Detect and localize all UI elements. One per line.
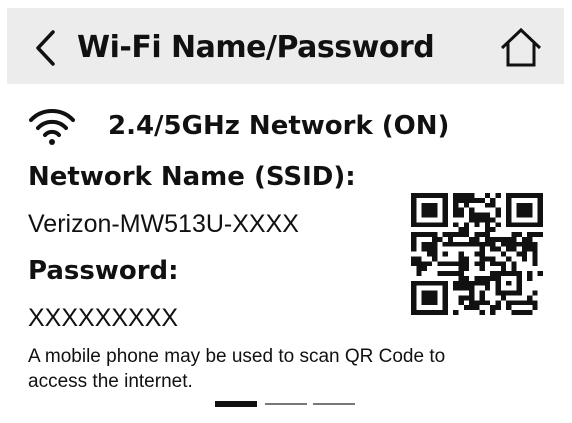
ssid-value: Verizon-MW513U-XXXX (28, 210, 299, 238)
page-indicator (215, 401, 365, 409)
wifi-icon (29, 109, 75, 145)
page-indicator-active (215, 401, 257, 407)
page-title: Wi-Fi Name/Password (77, 30, 435, 65)
page-indicator-dot (265, 403, 307, 405)
header-bar: Wi-Fi Name/Password (7, 8, 564, 84)
back-chevron-icon[interactable] (29, 26, 63, 70)
qr-hint-text: A mobile phone may be used to scan QR Co… (28, 346, 446, 392)
network-status-text: 2.4/5GHz Network (ON) (108, 111, 450, 141)
password-label: Password: (28, 256, 179, 286)
password-value: XXXXXXXXX (28, 304, 179, 332)
ssid-label: Network Name (SSID): (28, 162, 356, 192)
wifi-qr-code (411, 193, 543, 315)
network-status-row: 2.4/5GHz Network (ON) (28, 102, 548, 150)
page-indicator-dot (313, 403, 355, 405)
home-icon[interactable] (498, 24, 544, 70)
